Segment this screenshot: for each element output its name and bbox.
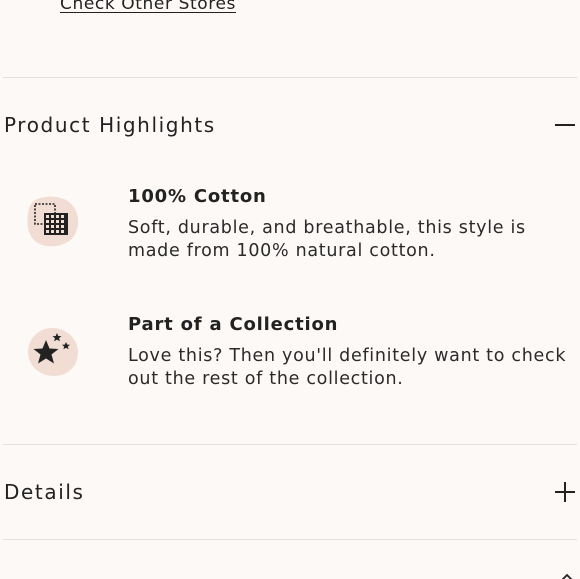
highlight-text: 100% Cotton Soft, durable, and breathabl… xyxy=(128,186,572,263)
collapse-minus-icon[interactable] xyxy=(554,114,576,136)
highlight-title: Part of a Collection xyxy=(128,314,339,335)
fabric-swatch-icon xyxy=(24,192,80,248)
details-accordion-header[interactable]: Details xyxy=(4,472,577,512)
stars-icon xyxy=(24,324,80,380)
highlight-description: Soft, durable, and breathable, this styl… xyxy=(128,218,526,261)
highlight-text: Part of a Collection Love this? Then you… xyxy=(128,314,572,391)
expand-plus-icon[interactable] xyxy=(554,481,576,503)
divider xyxy=(3,444,577,445)
product-highlights-title: Product Highlights xyxy=(4,113,216,137)
product-highlights-accordion-header[interactable]: Product Highlights xyxy=(4,105,577,145)
product-page-section: Check Other Stores Product Highlights 10… xyxy=(0,0,580,579)
divider xyxy=(3,539,577,540)
highlight-description: Love this? Then you'll definitely want t… xyxy=(128,346,567,389)
chevron-icon[interactable] xyxy=(560,572,574,579)
highlight-title: 100% Cotton xyxy=(128,186,267,207)
details-title: Details xyxy=(4,480,85,504)
check-other-stores-link[interactable]: Check Other Stores xyxy=(60,0,236,14)
divider xyxy=(3,77,577,78)
